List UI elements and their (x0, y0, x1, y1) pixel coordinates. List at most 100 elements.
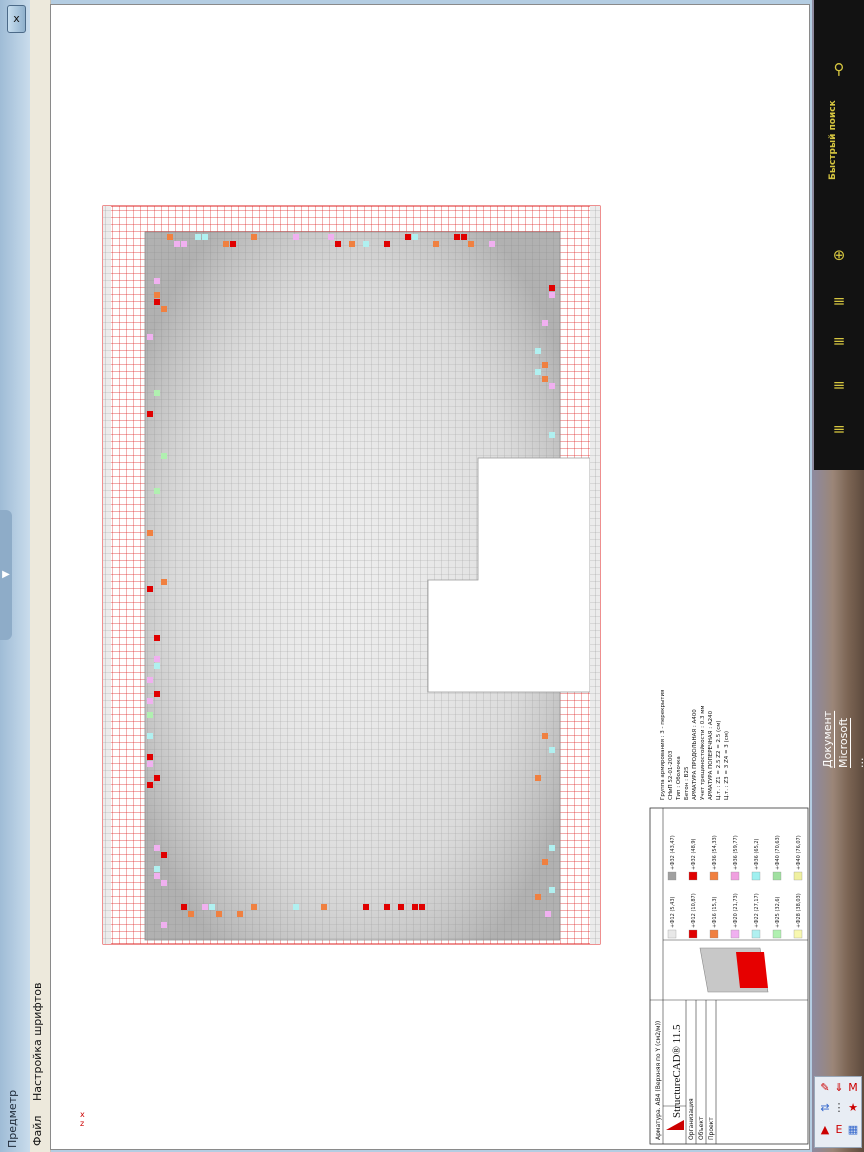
legend-item-left-label: +Ф12 (10,87) (691, 893, 697, 928)
reinforcement-cell (154, 390, 160, 396)
reinforcement-cell (489, 241, 495, 247)
reinforcement-cell (542, 859, 548, 865)
reinforcement-cell (161, 852, 167, 858)
reinforcement-cell (154, 299, 160, 305)
legend-item-left-swatch (709, 929, 719, 939)
reinforcement-cell (405, 234, 411, 240)
reinforcement-cell (535, 775, 541, 781)
note-line: Бетон : В25 (684, 766, 690, 800)
note-line: Ц.т. : Z3 = 3 Z4 = 3 (см) (724, 731, 730, 800)
reinforcement-cell (384, 241, 390, 247)
list-icon[interactable]: ≡ (828, 330, 850, 352)
reinforcement-cell (147, 411, 153, 417)
taskbar-document-item[interactable]: Документ Microsoft ... (820, 706, 864, 768)
tray-icon[interactable]: ★ (846, 1101, 860, 1115)
reinforcement-cell (154, 635, 160, 641)
reinforcement-cell (147, 712, 153, 718)
legend-item-left-label: +Ф22 (27,17) (754, 893, 760, 928)
legend-item-left-swatch (730, 929, 740, 939)
reinforcement-cell (549, 292, 555, 298)
reinforcement-cell (161, 922, 167, 928)
reinforcement-cell (154, 292, 160, 298)
reinforcement-cell (549, 432, 555, 438)
reinforcement-cell (147, 761, 153, 767)
list-icon[interactable]: ≡ (828, 290, 850, 312)
reinforcement-cell (535, 369, 541, 375)
legend-item-right-label: +Ф40 (70,63) (775, 835, 781, 870)
reinforcement-cell (454, 234, 460, 240)
legend-item-right-swatch (730, 871, 740, 881)
reinforcement-cell (349, 241, 355, 247)
note-line: Ц.т. : Z1 = 2.5 Z2 = 2.5 (см) (716, 720, 722, 800)
reinforcement-cell (535, 348, 541, 354)
note-line: Тип : Оболочка (676, 756, 682, 801)
reinforcement-cell (549, 887, 555, 893)
reinforcement-cell (154, 873, 160, 879)
note-line: АРМАТУРА ПРОДОЛЬНАЯ : А400 (692, 709, 698, 800)
object-label: Объект (698, 1116, 705, 1140)
reinforcement-cell (549, 845, 555, 851)
note-line: АРМАТУРА ПОПЕРЕЧНАЯ : А240 (708, 710, 714, 800)
legend-item-right-label: +Ф36 (65,2) (754, 838, 760, 870)
reinforcement-cell (154, 775, 160, 781)
reinforcement-cell (412, 234, 418, 240)
reinforcement-cell (161, 453, 167, 459)
reinforcement-cell (363, 241, 369, 247)
tray-icon[interactable]: ✎ (818, 1081, 832, 1095)
reinforcement-cell (549, 285, 555, 291)
legend-item-left-swatch (688, 929, 698, 939)
zoom-in-icon[interactable]: ⊕ (828, 244, 850, 266)
legend-item-right-label: +Ф32 (48,9) (691, 838, 697, 870)
reinforcement-cell (147, 782, 153, 788)
quick-search-label[interactable]: Быстрый поиск (828, 95, 850, 185)
tray-icon[interactable]: E (832, 1123, 846, 1137)
legend-item-right-swatch (667, 871, 677, 881)
reinforcement-cell (147, 754, 153, 760)
list-icon[interactable]: ≡ (828, 374, 850, 396)
legend-item-right-label: +Ф40 (76,07) (796, 835, 802, 870)
gadget-sidebar: ⚲ Быстрый поиск ⊕ ≡ ≡ ≡ ≡ (814, 0, 864, 470)
list-icon[interactable]: ≡ (828, 418, 850, 440)
system-tray: ✎ ⇓ M ⇄ ⋮ ★ ▲ E ▦ (814, 1076, 862, 1148)
reinforcement-cell (251, 234, 257, 240)
reinforcement-cell (535, 894, 541, 900)
reinforcement-cell (542, 376, 548, 382)
reinforcement-cell (181, 241, 187, 247)
reinforcement-cell (363, 904, 369, 910)
legend-item-left-swatch (772, 929, 782, 939)
reinforcement-cell (147, 698, 153, 704)
reinforcement-cell (181, 904, 187, 910)
preview-window: x Предметр ▶ Файл Настройка шрифтов xz А… (0, 0, 812, 1152)
tray-icon[interactable]: ⇓ (832, 1081, 846, 1095)
reinforcement-cell (230, 241, 236, 247)
legend-item-left-label: +Ф25 (32,6) (775, 896, 781, 928)
reinforcement-cell (412, 904, 418, 910)
reinforcement-cell (549, 383, 555, 389)
tray-icon[interactable]: ⇄ (818, 1101, 832, 1115)
reinforcement-cell (237, 911, 243, 917)
reinforcement-cell (154, 845, 160, 851)
reinforcement-plot: Арматура. АВ4 (Верхняя по Y (см2/м)) Str… (102, 205, 809, 1145)
legend-item-left-swatch (793, 929, 803, 939)
tray-icon[interactable]: ▦ (846, 1123, 860, 1137)
note-line: СНиП 52-01-2003 (668, 750, 674, 800)
reinforcement-cell (223, 241, 229, 247)
edge-strip (590, 206, 600, 944)
tray-icon[interactable]: M (846, 1081, 860, 1095)
legend-item-right-label: +Ф32 (43,47) (670, 835, 676, 870)
legend-item-left-label: +Ф16 (15,3) (712, 896, 718, 928)
legend-item-left-label: +Ф12 (5,43) (670, 896, 676, 928)
tray-icon[interactable]: ⋮ (832, 1101, 846, 1115)
reinforcement-cell (209, 904, 215, 910)
legend-item-right-swatch (772, 871, 782, 881)
legend-item-right-swatch (688, 871, 698, 881)
title-header: Арматура. АВ4 (Верхняя по Y (см2/м)) (655, 1021, 662, 1140)
reinforcement-cell (161, 880, 167, 886)
reinforcement-cell (433, 241, 439, 247)
legend-item-left-swatch (751, 929, 761, 939)
search-icon[interactable]: ⚲ (828, 58, 850, 80)
tray-icon[interactable]: ▲ (818, 1123, 832, 1137)
reinforcement-cell (154, 663, 160, 669)
reinforcement-cell (384, 904, 390, 910)
reinforcement-cell (542, 362, 548, 368)
